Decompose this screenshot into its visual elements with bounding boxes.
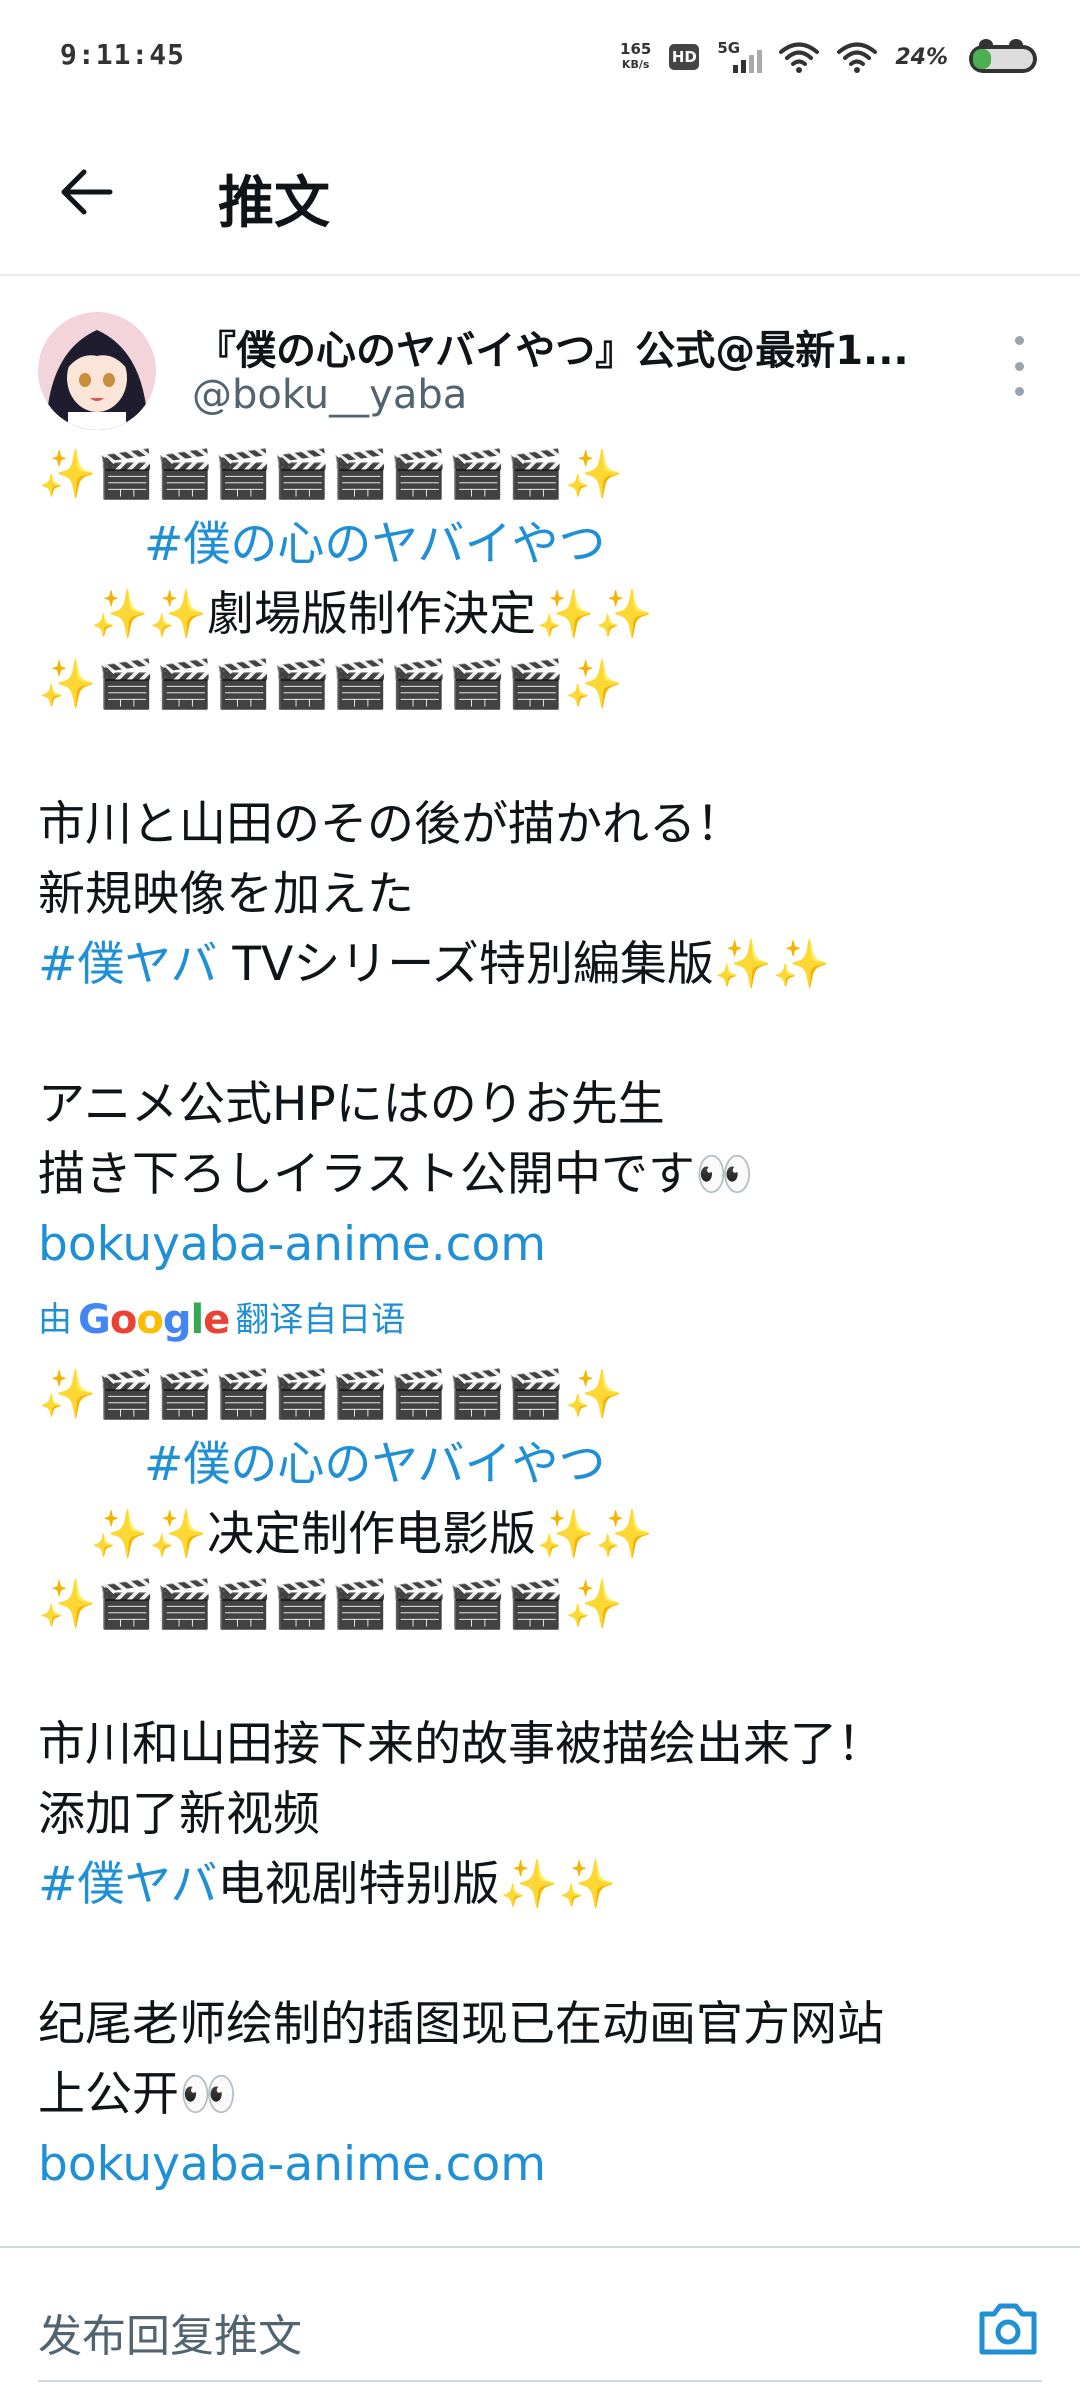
tweet-author: 『僕の心のヤバイやつ』公式@最新1... @boku__yaba: [0, 300, 1080, 440]
camera-button[interactable]: [976, 2298, 1040, 2358]
back-button[interactable]: [50, 156, 122, 228]
avatar[interactable]: [38, 312, 156, 430]
wifi-icon-secondary: [837, 42, 878, 73]
translated-line: 市川和山田接下来的故事被描绘出来了！: [38, 1717, 884, 1772]
hashtag-link[interactable]: #僕の心のヤバイやつ: [144, 1437, 605, 1492]
translated-line: #僕ヤバ电视剧特别版✨✨: [38, 1850, 1048, 1920]
back-arrow-icon: [61, 169, 113, 215]
google-logo: Google: [78, 1297, 230, 1343]
top-app-bar: 推文: [0, 110, 1080, 276]
hashtag-link[interactable]: #僕ヤバ: [38, 937, 217, 992]
tweet-line: ✨🎬🎬🎬🎬🎬🎬🎬🎬✨: [38, 447, 624, 502]
status-time: 9:11:45: [60, 38, 186, 71]
tweet-line: 新規映像を加えた: [38, 867, 414, 922]
translated-by-google[interactable]: 由 Google 翻译自日语: [38, 1280, 1048, 1360]
page-title: 推文: [218, 171, 330, 236]
tweet-line-text: TVシリーズ特別編集版✨✨: [217, 937, 831, 992]
translated-line: 纪尾老师绘制的插图现已在动画官方网站: [38, 1997, 884, 2052]
translate-prefix: 由: [38, 1300, 72, 1340]
reply-underline: [38, 2380, 1042, 2382]
tweet-line: #僕ヤバ TVシリーズ特別編集版✨✨: [38, 930, 1048, 1000]
reply-composer: 发布回复推文: [0, 2246, 1080, 2400]
translate-suffix: 翻译自日语: [235, 1300, 406, 1340]
wifi-icon: [779, 42, 820, 73]
avatar-image: [38, 312, 156, 430]
battery-percent: 24%: [895, 44, 948, 70]
reply-input[interactable]: 发布回复推文: [38, 2300, 302, 2364]
translated-line: ✨✨决定制作电影版✨✨: [90, 1507, 654, 1562]
author-handle[interactable]: @boku__yaba: [192, 372, 467, 418]
network-speed: 165 KB/s: [620, 41, 651, 73]
status-bar: 9:11:45 165 KB/s HD 5G 24%: [0, 0, 1080, 110]
hashtag-text[interactable]: #僕の心のヤバイやつ: [144, 517, 605, 572]
signal-icon: 5G: [717, 39, 763, 75]
author-display-name[interactable]: 『僕の心のヤバイやつ』公式@最新1...: [196, 318, 966, 376]
url-line: bokuyaba-anime.com: [38, 1210, 1048, 1280]
tweet-detail-screen: 9:11:45 165 KB/s HD 5G 24% 推文 『僕の心のヤバイやつ…: [0, 0, 1080, 2400]
translated-line: ✨🎬🎬🎬🎬🎬🎬🎬🎬✨: [38, 1577, 624, 1632]
url-line: bokuyaba-anime.com: [38, 2130, 1048, 2200]
translated-hashtag-line: #僕の心のヤバイやつ: [38, 1430, 1048, 1500]
translated-line: 添加了新视频: [38, 1787, 320, 1842]
hd-badge: HD: [669, 44, 700, 70]
translated-line-text: 电视剧特别版✨✨: [217, 1857, 617, 1912]
battery-icon: [969, 39, 1037, 73]
more-vertical-icon: [1014, 336, 1024, 345]
tweet-line: ✨🎬🎬🎬🎬🎬🎬🎬🎬✨: [38, 657, 624, 712]
network-speed-value: 165: [620, 40, 652, 58]
status-icons: 165 KB/s HD 5G 24%: [620, 32, 1042, 82]
more-options-button[interactable]: [1004, 336, 1034, 396]
tweet-text: ✨🎬🎬🎬🎬🎬🎬🎬🎬✨ #僕の心のヤバイやつ ✨✨劇場版制作決定✨✨ ✨🎬🎬🎬🎬🎬…: [38, 440, 1048, 2200]
tweet-line: 市川と山田のその後が描かれる！: [38, 797, 743, 852]
url-link[interactable]: bokuyaba-anime.com: [38, 1217, 546, 1272]
tweet-line: アニメ公式HPにはのりお先生: [38, 1077, 665, 1132]
translated-line: 上公开👀: [38, 2067, 238, 2122]
url-link[interactable]: bokuyaba-anime.com: [38, 2137, 546, 2192]
hashtag-link[interactable]: #僕の心のヤバイやつ: [38, 510, 1048, 580]
hashtag-link[interactable]: #僕ヤバ: [38, 1857, 217, 1912]
tweet-line: 描き下ろしイラスト公開中です👀: [38, 1147, 754, 1202]
camera-icon: [979, 2303, 1037, 2355]
translated-line: ✨🎬🎬🎬🎬🎬🎬🎬🎬✨: [38, 1367, 624, 1422]
tweet-line: ✨✨劇場版制作決定✨✨: [90, 587, 654, 642]
network-speed-unit: KB/s: [621, 58, 650, 71]
